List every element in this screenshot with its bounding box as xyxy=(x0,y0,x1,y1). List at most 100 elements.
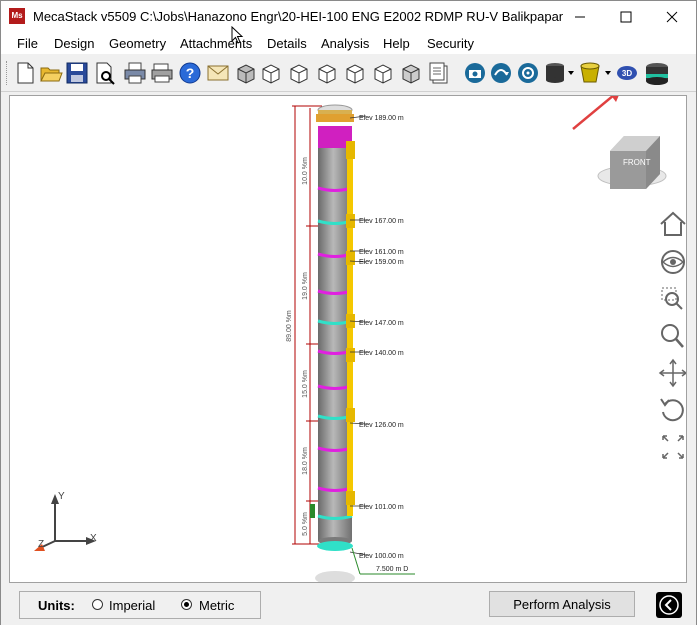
report-icon[interactable] xyxy=(427,61,451,85)
view-cube-5-icon[interactable] xyxy=(343,61,367,85)
title-bar: Ms MecaStack v5509 C:\Jobs\Hanazono Engr… xyxy=(1,1,696,32)
toolbar-grip[interactable] xyxy=(6,61,9,85)
viewcube-front-label: FRONT xyxy=(623,158,651,167)
inlet-nozzle xyxy=(310,504,315,518)
open-folder-icon[interactable] xyxy=(39,61,63,85)
dim-label-4: 18.0 %m xyxy=(302,447,309,475)
dropdown-arrow-icon[interactable] xyxy=(605,71,611,75)
elevation-label: Elev 159.00 m xyxy=(359,259,404,266)
platform xyxy=(346,214,355,228)
fit-extents-icon[interactable] xyxy=(655,432,687,462)
maximize-button[interactable] xyxy=(603,1,649,32)
rotate-icon[interactable] xyxy=(655,395,687,425)
save-icon[interactable] xyxy=(65,61,89,85)
cylinder-dark-icon[interactable] xyxy=(543,61,567,85)
metric-label[interactable]: Metric xyxy=(199,598,234,613)
perform-analysis-button[interactable]: Perform Analysis xyxy=(489,591,635,617)
menu-file[interactable]: File xyxy=(17,36,38,51)
axis-x-label: X xyxy=(90,533,97,544)
status-bar: Units: Imperial Metric Perform Analysis xyxy=(1,585,696,625)
elevation-label: Elev 167.00 m xyxy=(359,218,404,225)
zoom-icon[interactable] xyxy=(655,321,687,351)
annotation-arrow xyxy=(572,96,615,130)
email-icon[interactable] xyxy=(206,61,230,85)
view-cube-3-icon[interactable] xyxy=(287,61,311,85)
rotate-view-icon[interactable] xyxy=(489,61,513,85)
menu-geometry[interactable]: Geometry xyxy=(109,36,166,51)
app-window: Ms MecaStack v5509 C:\Jobs\Hanazono Engr… xyxy=(0,0,697,625)
menu-help[interactable]: Help xyxy=(383,36,410,51)
stack-model-icon[interactable] xyxy=(643,59,671,87)
elevation-label: Elev 100.00 m xyxy=(359,553,404,560)
base-dim-line xyxy=(351,547,361,575)
view-cube-1-icon[interactable] xyxy=(234,61,258,85)
total-height-label: 89.00 %m xyxy=(286,310,293,342)
new-file-icon[interactable] xyxy=(13,61,37,85)
close-button[interactable] xyxy=(649,1,695,32)
axis-triad: Y X Z xyxy=(34,491,97,551)
axis-z-label: Z xyxy=(38,539,44,550)
view-cube-2-icon[interactable] xyxy=(259,61,283,85)
help-icon[interactable]: ? xyxy=(178,61,202,85)
axis-y-label: Y xyxy=(58,491,65,502)
base-ring xyxy=(317,541,353,551)
view-3d-button[interactable]: 3D xyxy=(615,61,639,85)
model-viewport[interactable]: 89.00 %m 10.0 %m 19.0 %m 15.0 %m 18.0 %m… xyxy=(9,95,687,583)
view-cube-7-icon[interactable] xyxy=(399,61,423,85)
menu-analysis[interactable]: Analysis xyxy=(321,36,369,51)
mouse-cursor-icon xyxy=(231,26,244,44)
print-setup-icon[interactable] xyxy=(150,61,174,85)
elevation-label: Elev 189.00 m xyxy=(359,115,404,122)
elevation-label: Elev 140.00 m xyxy=(359,350,404,357)
elevation-label: Elev 147.00 m xyxy=(359,320,404,327)
maximize-icon xyxy=(620,11,632,22)
printer-icon[interactable] xyxy=(123,61,147,85)
window-title: MecaStack v5509 C:\Jobs\Hanazono Engr\20… xyxy=(33,9,563,24)
pan-icon[interactable] xyxy=(655,358,687,388)
print-preview-icon[interactable] xyxy=(93,61,117,85)
close-icon xyxy=(666,11,678,22)
dim-label-1: 10.0 %m xyxy=(302,157,309,185)
menu-bar: File Design Geometry Attachments Details… xyxy=(1,32,696,54)
dropdown-arrow-icon[interactable] xyxy=(568,71,574,75)
platform xyxy=(346,408,355,422)
target-icon[interactable] xyxy=(516,61,540,85)
elevation-label: Elev 101.00 m xyxy=(359,504,404,511)
platform xyxy=(346,348,355,362)
imperial-label[interactable]: Imperial xyxy=(109,598,155,613)
dim-label-3: 15.0 %m xyxy=(302,370,309,398)
units-label: Units: xyxy=(38,598,75,613)
svg-text:?: ? xyxy=(186,65,195,81)
view-cube-4-icon[interactable] xyxy=(315,61,339,85)
chevron-left-icon xyxy=(659,595,679,615)
view-cube-6-icon[interactable] xyxy=(371,61,395,85)
view-cube[interactable]: FRONT xyxy=(597,136,667,189)
app-logo-icon: Ms xyxy=(9,8,25,24)
metric-radio[interactable] xyxy=(181,599,192,610)
stack-3d-model[interactable]: 89.00 %m 10.0 %m 19.0 %m 15.0 %m 18.0 %m… xyxy=(10,96,687,583)
elevation-label: Elev 161.00 m xyxy=(359,249,404,256)
view-3d-label: 3D xyxy=(621,68,633,78)
camera-icon[interactable] xyxy=(463,61,487,85)
cylinder-yellow-icon[interactable] xyxy=(578,61,602,85)
units-group: Units: Imperial Metric xyxy=(19,591,261,619)
home-icon[interactable] xyxy=(655,209,687,239)
platform xyxy=(346,251,355,265)
menu-security[interactable]: Security xyxy=(427,36,474,51)
minimize-button[interactable] xyxy=(557,1,603,32)
dim-label-2: 19.0 %m xyxy=(302,272,309,300)
menu-design[interactable]: Design xyxy=(54,36,94,51)
top-platform xyxy=(316,114,354,122)
minimize-icon xyxy=(575,16,585,17)
imperial-radio[interactable] xyxy=(92,599,103,610)
collapse-panel-button[interactable] xyxy=(656,592,682,618)
zoom-window-icon[interactable] xyxy=(655,284,687,314)
stack-shadow xyxy=(315,571,355,582)
look-at-icon[interactable] xyxy=(655,247,687,277)
base-diameter-label: 7.500 m D xyxy=(376,566,408,573)
menu-details[interactable]: Details xyxy=(267,36,307,51)
platform xyxy=(346,141,355,159)
dim-label-5: 5.0 %m xyxy=(302,512,309,536)
elevation-label: Elev 126.00 m xyxy=(359,422,404,429)
platform xyxy=(346,491,355,505)
